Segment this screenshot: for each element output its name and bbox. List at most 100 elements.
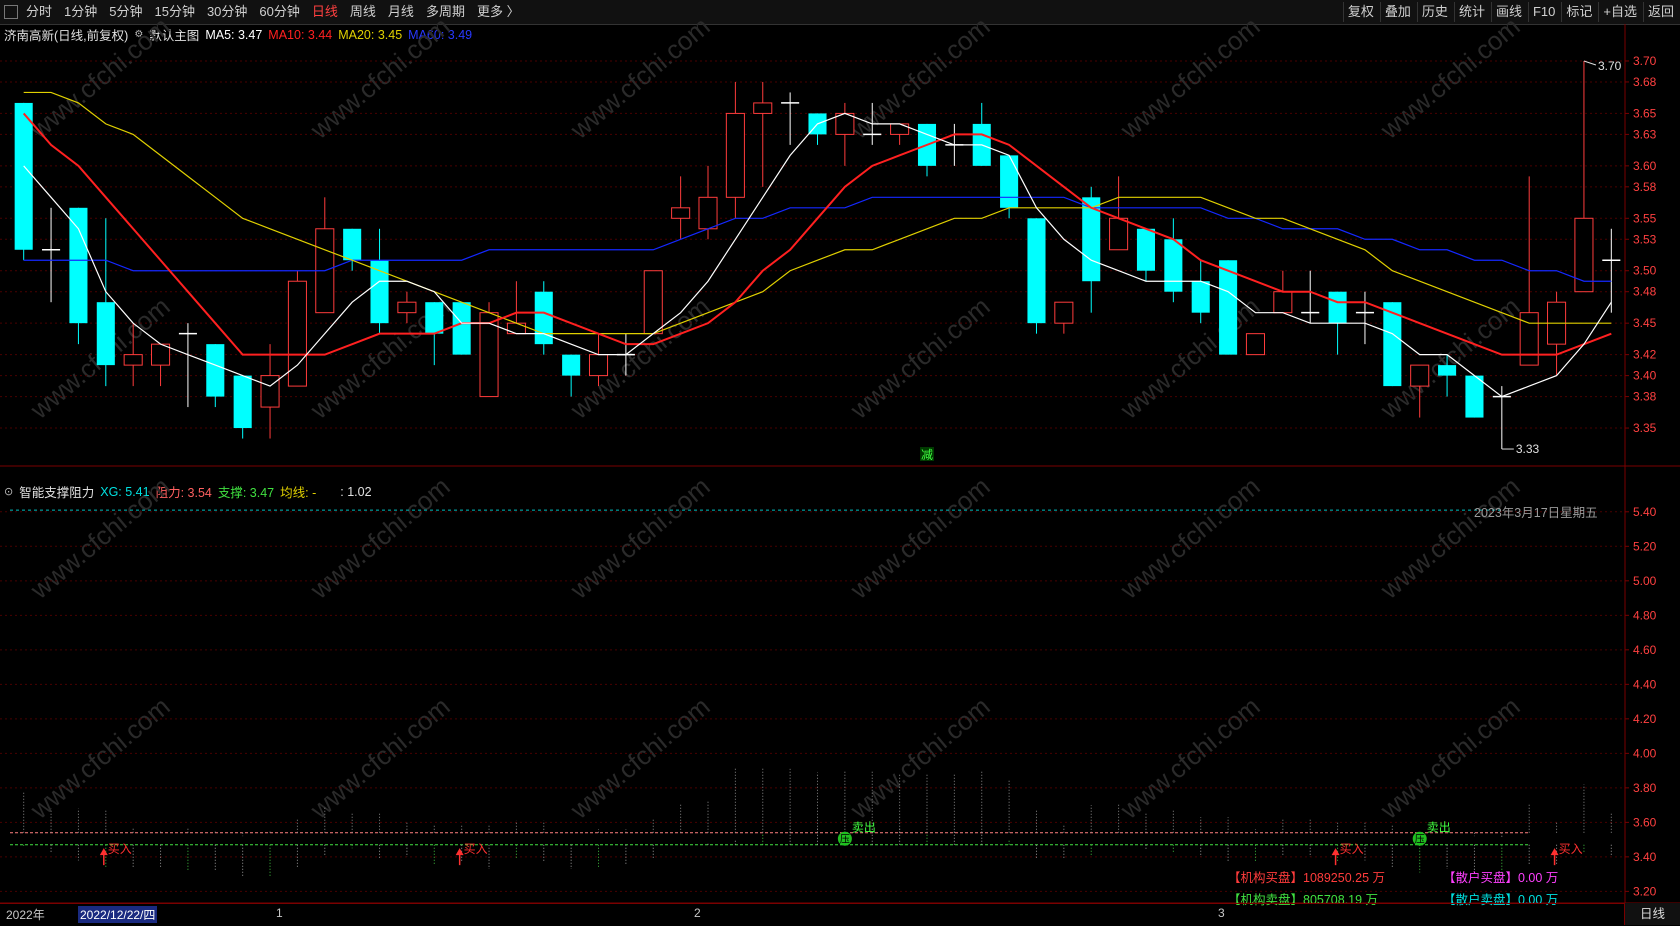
candle-body	[1219, 260, 1238, 355]
sub-axis-label: 3.60	[1633, 815, 1657, 829]
press-label: 压	[1415, 834, 1425, 846]
watermark-text: www.cfchi.com	[24, 691, 176, 825]
sub-axis-label: 4.40	[1633, 677, 1657, 691]
main-axis-label: 3.48	[1633, 285, 1657, 299]
candle-body	[206, 344, 225, 397]
main-axis-label: 3.55	[1633, 211, 1657, 225]
watermark-text: www.cfchi.com	[1374, 11, 1526, 145]
candle-body	[1328, 291, 1347, 324]
kline-chart[interactable]: www.cfchi.com www.cfchi.com www.cfchi.com w…	[0, 0, 1680, 925]
date-label: 2023年3月17日星期五	[1474, 506, 1598, 520]
watermark-text: www.cfchi.com	[1374, 691, 1526, 825]
candle-body	[151, 343, 171, 366]
main-axis-label: 3.40	[1633, 369, 1657, 383]
candle-body	[1054, 301, 1074, 324]
candle-body	[452, 302, 471, 355]
watermark-text: www.cfchi.com	[1114, 291, 1266, 425]
watermark-text: www.cfchi.com	[1374, 471, 1526, 605]
x-year-label: 2022年	[6, 908, 45, 922]
candle-body	[69, 207, 88, 324]
candle-body	[890, 123, 910, 135]
cursor-date-label: 2022/12/22/四	[78, 906, 158, 923]
main-axis-label: 3.42	[1633, 348, 1657, 362]
candle-body	[370, 260, 389, 324]
candle-body	[1136, 228, 1156, 271]
main-axis-label: 3.63	[1633, 127, 1657, 141]
watermark-text: www.cfchi.com	[844, 691, 996, 825]
high-marker-label: 3.70	[1598, 59, 1622, 73]
x-month-1: 1	[276, 906, 283, 920]
buy-signal-label: 买入	[464, 842, 488, 856]
watermark-text: www.cfchi.com	[1114, 691, 1266, 825]
candle-body	[1438, 365, 1457, 376]
watermark-text: www.cfchi.com	[564, 691, 716, 825]
watermark-text: www.cfchi.com	[1114, 11, 1266, 145]
candle-body	[753, 102, 773, 114]
candle-body	[1245, 333, 1265, 356]
x-month-2: 2	[694, 906, 701, 920]
candle-body	[725, 112, 745, 198]
watermark-text: www.cfchi.com	[1114, 471, 1266, 605]
candle-body	[233, 375, 252, 429]
main-axis-label: 3.60	[1633, 159, 1657, 173]
candle-body	[506, 322, 526, 335]
watermark-text: www.cfchi.com	[564, 291, 716, 425]
sub-axis-label: 4.00	[1633, 746, 1657, 760]
inst-buy-label: 【机构买盘】1089250.25 万	[1228, 871, 1386, 885]
low-marker-label: 3.33	[1516, 442, 1540, 456]
buy-arrow-head	[99, 848, 108, 856]
buy-signal-label: 买入	[1559, 842, 1583, 856]
main-axis-label: 3.65	[1633, 106, 1657, 120]
candle-body	[14, 102, 33, 250]
candle-body	[588, 354, 609, 377]
main-axis-label: 3.58	[1633, 180, 1657, 194]
candle-body	[260, 375, 280, 408]
sub-axis-label: 4.60	[1633, 643, 1657, 657]
period-indicator-tab[interactable]: 日线	[1624, 903, 1680, 925]
high-marker-line	[1583, 60, 1597, 66]
reduce-marker-label: 减	[921, 448, 933, 462]
candle-body	[1000, 155, 1019, 208]
sub-axis-label: 5.00	[1633, 574, 1657, 588]
candle-body	[671, 207, 691, 219]
candle-body	[123, 354, 143, 366]
watermark-text: www.cfchi.com	[304, 471, 456, 605]
candle-body	[562, 354, 581, 376]
candle-body	[643, 270, 663, 335]
watermark-text: www.cfchi.com	[564, 11, 716, 145]
candle-body	[1027, 218, 1046, 324]
main-axis-label: 3.45	[1633, 316, 1657, 330]
watermark-text: www.cfchi.com	[24, 11, 176, 145]
watermark-text: www.cfchi.com	[564, 471, 716, 605]
candle-body	[1164, 239, 1183, 292]
ma10-line	[22, 112, 1612, 356]
candle-body	[1191, 281, 1210, 313]
candle-body	[1109, 217, 1129, 251]
buy-signal-label: 买入	[108, 842, 132, 856]
sub-axis-label: 3.20	[1633, 884, 1657, 898]
candle-body	[835, 112, 855, 135]
sell-signal-label: 卖出	[1427, 821, 1451, 835]
main-axis-label: 3.35	[1633, 421, 1657, 435]
buy-arrow-head	[1550, 848, 1559, 856]
candle-body	[698, 196, 718, 230]
candle-body	[343, 228, 362, 261]
watermark-text: www.cfchi.com	[304, 11, 456, 145]
x-month-3: 3	[1218, 906, 1225, 920]
main-axis-label: 3.38	[1633, 390, 1657, 404]
candle-body	[96, 302, 115, 366]
candle-body	[1465, 375, 1484, 418]
x-axis: 2022年 2022/12/22/四 1 2 3	[0, 903, 1625, 926]
main-axis-label: 3.68	[1633, 75, 1657, 89]
watermark-text: www.cfchi.com	[24, 471, 176, 605]
watermark-text: www.cfchi.com	[844, 471, 996, 605]
sub-axis-label: 4.20	[1633, 712, 1657, 726]
sub-axis-label: 4.80	[1633, 608, 1657, 622]
press-label: 压	[840, 834, 850, 846]
candle-body	[1273, 291, 1293, 314]
candle-body	[397, 301, 417, 314]
sell-signal-label: 卖出	[852, 821, 876, 835]
buy-arrow-head	[1331, 848, 1340, 856]
sub-axis-label: 5.20	[1633, 539, 1657, 553]
buy-arrow-head	[455, 848, 464, 856]
